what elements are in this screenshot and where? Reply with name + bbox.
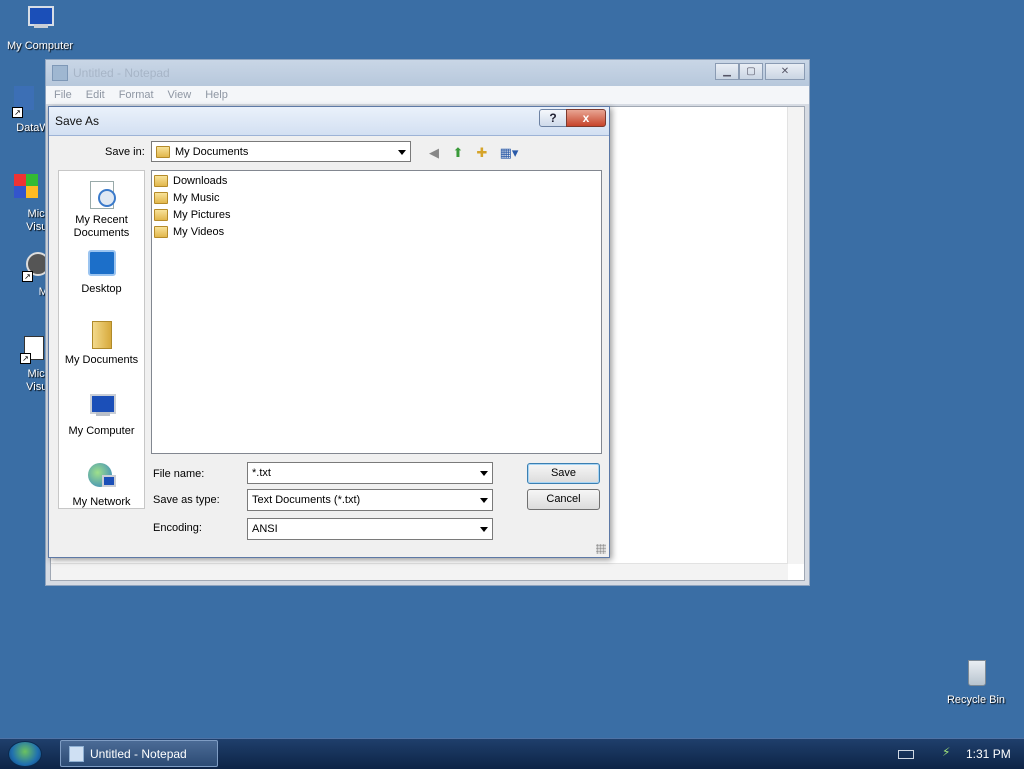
file-name: Downloads bbox=[173, 175, 228, 187]
menu-format[interactable]: Format bbox=[119, 89, 154, 101]
recent-documents-icon bbox=[86, 179, 118, 211]
place-label: My Recent Documents bbox=[73, 214, 130, 239]
chevron-down-icon bbox=[480, 498, 488, 503]
maximize-button[interactable]: ▢ bbox=[739, 63, 763, 80]
notepad-title-bar[interactable]: Untitled - Notepad bbox=[46, 60, 809, 86]
place-my-documents[interactable]: My Documents bbox=[59, 319, 144, 367]
app-shortcut-icon: ↗ bbox=[2, 86, 34, 118]
desktop-icon-my-computer[interactable]: My Computer bbox=[0, 4, 80, 53]
encoding-select[interactable]: ANSI bbox=[247, 518, 493, 540]
save-in-value: My Documents bbox=[175, 145, 249, 158]
file-list[interactable]: Downloads My Music My Pictures My Videos bbox=[151, 170, 602, 454]
shortcut-arrow-icon: ↗ bbox=[22, 271, 33, 282]
vertical-scrollbar[interactable] bbox=[787, 107, 804, 564]
place-label: My Computer bbox=[68, 425, 135, 437]
desktop-icon-label: My Computer bbox=[6, 40, 74, 52]
minimize-button[interactable]: ▁ bbox=[715, 63, 739, 80]
place-label: Desktop bbox=[81, 283, 122, 295]
list-item[interactable]: Downloads bbox=[154, 173, 227, 189]
notepad-icon bbox=[52, 65, 68, 81]
clock[interactable]: 1:31 PM bbox=[966, 747, 1011, 761]
encoding-value: ANSI bbox=[252, 523, 278, 535]
save-button[interactable]: Save bbox=[527, 463, 600, 484]
save-in-combo[interactable]: My Documents bbox=[151, 141, 411, 162]
pictures-folder-icon bbox=[154, 209, 168, 221]
folder-icon bbox=[154, 175, 168, 187]
place-my-computer[interactable]: My Computer bbox=[59, 390, 144, 438]
resize-grip[interactable] bbox=[596, 544, 606, 554]
views-menu-button[interactable]: ▦▾ bbox=[497, 144, 521, 162]
visual-app-icon: ↗ bbox=[12, 332, 44, 364]
file-name-value: *.txt bbox=[252, 467, 271, 479]
computer-icon bbox=[24, 4, 56, 36]
cancel-button[interactable]: Cancel bbox=[527, 489, 600, 510]
desktop-icon-recycle-bin[interactable]: Recycle Bin bbox=[936, 658, 1016, 707]
list-item[interactable]: My Videos bbox=[154, 224, 224, 240]
save-as-type-value: Text Documents (*.txt) bbox=[252, 494, 361, 506]
folder-icon bbox=[156, 145, 170, 158]
file-name-field[interactable]: *.txt bbox=[247, 462, 493, 484]
file-name: My Pictures bbox=[173, 209, 231, 221]
dialog-title: Save As bbox=[55, 114, 100, 128]
taskbar: Untitled - Notepad ⚡ 1:31 PM bbox=[0, 738, 1024, 769]
close-button[interactable]: x bbox=[566, 109, 606, 127]
file-name-label: File name: bbox=[153, 468, 205, 480]
my-documents-icon bbox=[86, 319, 118, 351]
start-button[interactable] bbox=[8, 741, 42, 767]
taskbar-item-notepad[interactable]: Untitled - Notepad bbox=[60, 740, 218, 767]
list-item[interactable]: My Music bbox=[154, 190, 219, 206]
chevron-down-icon bbox=[398, 149, 406, 155]
menu-help[interactable]: Help bbox=[205, 89, 228, 101]
notepad-title: Untitled - Notepad bbox=[73, 66, 170, 80]
list-item[interactable]: My Pictures bbox=[154, 207, 230, 223]
my-computer-icon bbox=[86, 390, 118, 422]
menu-file[interactable]: File bbox=[54, 89, 72, 101]
up-folder-button[interactable]: ⬆ bbox=[449, 144, 467, 162]
keyboard-icon[interactable] bbox=[898, 750, 914, 759]
taskbar-item-label: Untitled - Notepad bbox=[90, 746, 187, 761]
place-label: My Network bbox=[72, 496, 131, 508]
encoding-label: Encoding: bbox=[153, 522, 202, 534]
help-button[interactable]: ? bbox=[539, 109, 567, 127]
chevron-down-icon bbox=[480, 471, 488, 476]
horizontal-scrollbar[interactable] bbox=[51, 563, 788, 580]
music-folder-icon bbox=[154, 192, 168, 204]
file-name: My Music bbox=[173, 192, 220, 204]
save-in-label: Save in: bbox=[105, 146, 145, 158]
desktop-icon bbox=[86, 248, 118, 280]
place-label: My Documents bbox=[64, 354, 139, 366]
recycle-bin-icon bbox=[960, 658, 992, 690]
chevron-down-icon bbox=[480, 527, 488, 532]
shortcut-arrow-icon: ↗ bbox=[12, 107, 23, 118]
network-icon[interactable]: ⚡ bbox=[942, 745, 956, 761]
visual-studio-icon bbox=[12, 172, 44, 204]
places-bar: My Recent Documents Desktop My Documents… bbox=[58, 170, 145, 509]
my-network-icon bbox=[86, 461, 118, 493]
save-as-dialog[interactable]: Save As ? x Save in: My Documents ◀ ⬆ ✚ … bbox=[48, 106, 610, 558]
save-as-type-label: Save as type: bbox=[153, 494, 220, 506]
notepad-menu-bar: File Edit Format View Help bbox=[46, 86, 809, 104]
videos-folder-icon bbox=[154, 226, 168, 238]
notepad-icon bbox=[69, 745, 84, 762]
desktop-icon-label: Recycle Bin bbox=[946, 694, 1006, 706]
dialog-title-bar[interactable]: Save As bbox=[49, 107, 609, 136]
file-name: My Videos bbox=[173, 226, 225, 238]
new-folder-button[interactable]: ✚ bbox=[473, 144, 491, 162]
menu-view[interactable]: View bbox=[168, 89, 192, 101]
close-button[interactable]: ✕ bbox=[765, 63, 805, 80]
shortcut-arrow-icon: ↗ bbox=[20, 353, 31, 364]
save-as-type-select[interactable]: Text Documents (*.txt) bbox=[247, 489, 493, 511]
menu-edit[interactable]: Edit bbox=[86, 89, 105, 101]
place-desktop[interactable]: Desktop bbox=[59, 248, 144, 296]
place-my-network[interactable]: My Network bbox=[59, 461, 144, 509]
place-my-recent-documents[interactable]: My Recent Documents bbox=[59, 179, 144, 240]
back-button[interactable]: ◀ bbox=[425, 144, 443, 162]
